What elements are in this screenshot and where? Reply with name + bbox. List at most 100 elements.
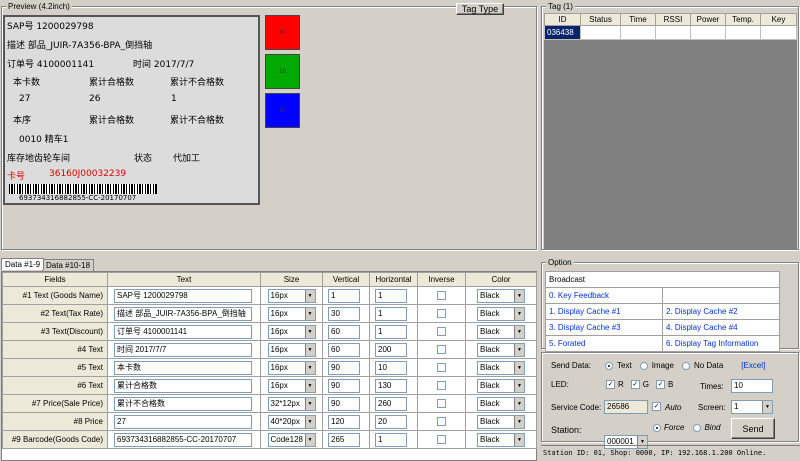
radio-text[interactable] bbox=[605, 361, 614, 370]
led-r-checkbox[interactable]: ✓ bbox=[606, 380, 615, 389]
horizontal-input[interactable]: 10 bbox=[375, 360, 407, 375]
size-select[interactable]: 16px ▼ bbox=[267, 288, 316, 303]
led-g-checkbox[interactable]: ✓ bbox=[630, 380, 640, 389]
grid-row: #3 Text(Discount) 订单号 4100001141 16px ▼ 60 1 B… bbox=[2, 322, 537, 341]
tag-col-time[interactable]: Time bbox=[620, 13, 656, 26]
color-select[interactable]: Black ▼ bbox=[477, 306, 525, 321]
horizontal-input[interactable]: 20 bbox=[375, 414, 407, 429]
horizontal-input[interactable]: 130 bbox=[375, 378, 407, 393]
color-select[interactable]: Black ▼ bbox=[477, 378, 525, 393]
text-input[interactable]: 累计合格数 bbox=[114, 378, 252, 393]
tab-data-10-18[interactable]: Data #10-18 bbox=[42, 259, 95, 271]
auto-checkbox[interactable]: ✓ bbox=[652, 402, 661, 411]
option-display-cache-1[interactable]: 1. Display Cache #1 bbox=[545, 303, 663, 320]
radio-no-data[interactable] bbox=[681, 361, 690, 370]
option-forated[interactable]: 5. Forated bbox=[545, 335, 663, 352]
grid-row: #7 Price(Sale Price) 累计不合格数 32*12px ▼ 90 260 B… bbox=[2, 394, 537, 413]
grid-header-text: Text bbox=[107, 272, 261, 287]
grid-horizontal-cell: 1 bbox=[369, 286, 418, 305]
led-label: LED: bbox=[551, 380, 569, 389]
horizontal-input[interactable]: 1 bbox=[375, 288, 407, 303]
option-key-feedback[interactable]: 0. Key Feedback bbox=[545, 287, 663, 304]
option-display-cache-2[interactable]: 2. Display Cache #2 bbox=[662, 303, 780, 320]
tag-col-key[interactable]: Key bbox=[760, 13, 797, 26]
tag-col-rssi[interactable]: RSSI bbox=[655, 13, 691, 26]
option-display-tag-info[interactable]: 6. Display Tag Information bbox=[662, 335, 780, 352]
tab-data-1-9[interactable]: Data #1-9 bbox=[1, 258, 45, 270]
tag-type-button[interactable]: Tag Type bbox=[456, 3, 504, 15]
color-select[interactable]: Black ▼ bbox=[477, 414, 525, 429]
inverse-checkbox[interactable] bbox=[437, 381, 446, 391]
grid-text-cell: 时间 2017/7/7 bbox=[107, 340, 261, 359]
vertical-input[interactable]: 1 bbox=[328, 288, 360, 303]
inverse-checkbox[interactable] bbox=[437, 309, 446, 319]
screen-select[interactable]: 1 ▼ bbox=[731, 400, 773, 414]
tag-row[interactable]: 036438 bbox=[544, 25, 797, 40]
text-input[interactable]: 本卡数 bbox=[114, 360, 252, 375]
text-input[interactable]: SAP号 1200029798 bbox=[114, 288, 252, 303]
color-select[interactable]: Black ▼ bbox=[477, 360, 525, 375]
size-select[interactable]: 16px ▼ bbox=[267, 324, 316, 339]
vertical-input[interactable]: 90 bbox=[328, 360, 360, 375]
led-b-checkbox[interactable]: ✓ bbox=[656, 380, 666, 389]
text-input[interactable]: 27 bbox=[114, 414, 252, 429]
radio-bind[interactable] bbox=[693, 423, 702, 432]
preview-line: 卡号 bbox=[7, 172, 26, 182]
vertical-input[interactable]: 30 bbox=[328, 306, 360, 321]
vertical-input[interactable]: 90 bbox=[328, 396, 360, 411]
color-select[interactable]: Black ▼ bbox=[477, 396, 525, 411]
tag-col-temp[interactable]: Temp. bbox=[725, 13, 761, 26]
inverse-checkbox[interactable] bbox=[437, 435, 446, 445]
size-select[interactable]: 16px ▼ bbox=[267, 306, 316, 321]
text-input[interactable]: 描述 部品_JUIR-7A356-BPA_倒挡轴 bbox=[114, 306, 252, 321]
option-display-cache-3[interactable]: 3. Display Cache #3 bbox=[545, 319, 663, 336]
tag-col-id[interactable]: ID bbox=[544, 13, 581, 26]
size-select[interactable]: 16px ▼ bbox=[267, 378, 316, 393]
grid-row: #9 Barcode(Goods Code) 693734316882855-CC… bbox=[2, 430, 537, 449]
color-select[interactable]: Black ▼ bbox=[477, 288, 525, 303]
vertical-input[interactable]: 60 bbox=[328, 342, 360, 357]
vertical-input[interactable]: 120 bbox=[328, 414, 360, 429]
option-empty bbox=[662, 287, 780, 304]
excel-link[interactable]: [Excel] bbox=[741, 361, 765, 370]
size-select[interactable]: 16px ▼ bbox=[267, 342, 316, 357]
tag-id-cell[interactable]: 036438 bbox=[544, 25, 581, 40]
tag-col-power[interactable]: Power bbox=[690, 13, 726, 26]
color-select[interactable]: Black ▼ bbox=[477, 324, 525, 339]
vertical-input[interactable]: 60 bbox=[328, 324, 360, 339]
inverse-checkbox[interactable] bbox=[437, 327, 446, 337]
horizontal-input[interactable]: 1 bbox=[375, 324, 407, 339]
size-select[interactable]: 16px ▼ bbox=[267, 360, 316, 375]
text-input[interactable]: 订单号 4100001141 bbox=[114, 324, 252, 339]
text-input[interactable]: 时间 2017/7/7 bbox=[114, 342, 252, 357]
size-select[interactable]: Code128 ▼ bbox=[267, 432, 316, 447]
tag-list[interactable]: ID Status Time RSSI Power Temp. Key 0364… bbox=[544, 13, 797, 249]
grid-size-cell: 16px ▼ bbox=[260, 286, 323, 305]
horizontal-input[interactable]: 1 bbox=[375, 306, 407, 321]
inverse-checkbox[interactable] bbox=[437, 417, 446, 427]
size-select[interactable]: 32*12px ▼ bbox=[267, 396, 316, 411]
vertical-input[interactable]: 90 bbox=[328, 378, 360, 393]
inverse-checkbox[interactable] bbox=[437, 345, 446, 355]
horizontal-input[interactable]: 1 bbox=[375, 432, 407, 447]
service-code-input[interactable]: 26586 bbox=[604, 400, 648, 414]
radio-image[interactable] bbox=[639, 361, 648, 370]
vertical-input[interactable]: 265 bbox=[328, 432, 360, 447]
horizontal-input[interactable]: 200 bbox=[375, 342, 407, 357]
option-display-cache-4[interactable]: 4. Display Cache #4 bbox=[662, 319, 780, 336]
text-input[interactable]: 累计不合格数 bbox=[114, 396, 252, 411]
radio-force[interactable] bbox=[653, 423, 661, 432]
grid-vertical-cell: 30 bbox=[322, 304, 370, 323]
send-button[interactable]: Send bbox=[731, 418, 775, 439]
tag-col-status[interactable]: Status bbox=[580, 13, 621, 26]
color-select[interactable]: Black ▼ bbox=[477, 342, 525, 357]
color-select[interactable]: Black ▼ bbox=[477, 432, 525, 447]
text-input[interactable]: 693734316882855-CC-20170707 bbox=[114, 432, 252, 447]
horizontal-input[interactable]: 260 bbox=[375, 396, 407, 411]
size-select[interactable]: 40*20px ▼ bbox=[267, 414, 316, 429]
inverse-checkbox[interactable] bbox=[437, 363, 446, 373]
grid-field-name: #4 Text bbox=[2, 340, 108, 359]
times-input[interactable]: 10 bbox=[731, 379, 773, 393]
inverse-checkbox[interactable] bbox=[437, 291, 446, 301]
inverse-checkbox[interactable] bbox=[437, 399, 446, 409]
